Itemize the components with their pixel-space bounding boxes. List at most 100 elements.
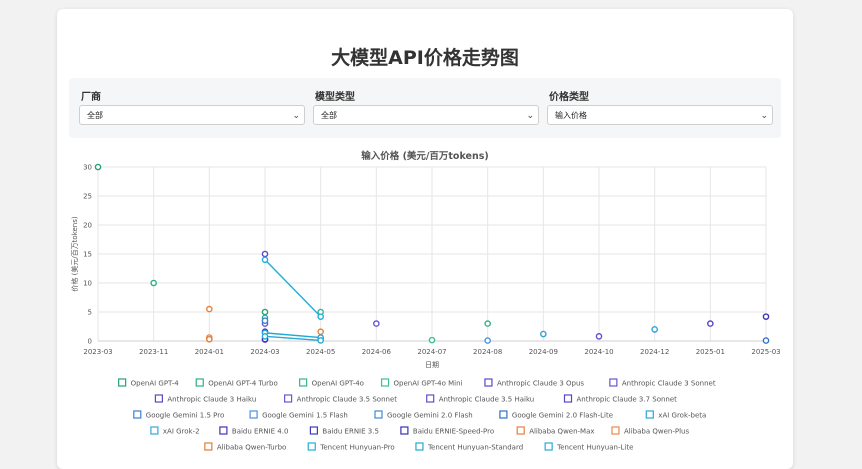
chart-legend: OpenAI GPT-4 OpenAI GPT-4 Turbo OpenAI GPT… [118, 378, 716, 452]
x-tick-label: 2024-05 [306, 348, 335, 356]
series-line [264, 259, 322, 318]
legend-swatch [307, 442, 316, 451]
series [762, 337, 770, 344]
legend-swatch [118, 378, 127, 387]
data-point [540, 330, 547, 338]
legend-item: OpenAI GPT-4o Mini [380, 378, 463, 388]
x-tick-label: 2024-08 [473, 348, 502, 356]
series [206, 335, 213, 343]
legend-label: Baidu ERNIE 4.0 [232, 428, 289, 436]
x-tick-label: 2024-06 [362, 348, 392, 356]
legend-item: Baidu ERNIE 3.5 [309, 426, 379, 436]
y-axis-label: 价格 (美元/百万tokens) [70, 216, 79, 292]
series [94, 163, 269, 316]
legend-label: OpenAI GPT-4o [312, 380, 364, 388]
series [707, 320, 714, 327]
legend-label: Google Gemini 2.0 Flash [387, 412, 473, 420]
series [595, 333, 603, 340]
y-tick-label: 20 [83, 222, 92, 230]
series [261, 317, 269, 325]
legend-item: OpenAI GPT-4 Turbo [195, 378, 278, 388]
legend-item: Alibaba Qwen-Max [516, 426, 595, 436]
data-point [707, 320, 714, 327]
legend-swatch [516, 426, 525, 435]
y-tick-label: 30 [83, 164, 92, 172]
legend-swatch [284, 394, 293, 403]
legend-swatch [380, 378, 390, 387]
data-point [261, 333, 269, 340]
legend-swatch [299, 378, 308, 387]
legend-swatch [150, 426, 159, 435]
data-point [595, 333, 603, 340]
legend-swatch [499, 410, 508, 419]
legend-swatch [133, 410, 142, 419]
legend-swatch [309, 426, 318, 435]
legend-item: Baidu ERNIE 4.0 [219, 426, 289, 436]
x-tick-label: 2024-09 [529, 348, 558, 356]
series [762, 313, 770, 320]
legend-item: Google Gemini 1.5 Flash [249, 410, 348, 420]
series [261, 250, 269, 258]
legend-item: OpenAI GPT-4o [299, 378, 364, 388]
x-tick-label: 2024-07 [417, 348, 446, 356]
series [428, 336, 436, 344]
x-tick-label: 2024-10 [584, 348, 613, 356]
legend-item: Anthropic Claude 3 Opus [484, 378, 584, 388]
legend-label: Google Gemini 1.5 Pro [146, 412, 224, 420]
x-tick-label: 2023-03 [83, 348, 112, 356]
legend-item: Anthropic Claude 3.5 Sonnet [284, 394, 397, 404]
legend-label: Anthropic Claude 3 Opus [497, 380, 584, 388]
legend-label: Alibaba Qwen-Plus [624, 428, 689, 436]
series [317, 335, 491, 344]
legend-swatch [400, 426, 409, 435]
data-point [762, 313, 770, 320]
legend-item: Tencent Hunyuan-Lite [544, 442, 633, 452]
y-tick-label: 15 [83, 251, 92, 259]
data-point [261, 308, 269, 316]
legend-label: Baidu ERNIE 3.5 [322, 428, 379, 436]
legend-label: xAI Grok-beta [658, 412, 706, 420]
legend-item: Baidu ERNIE-Speed-Pro [400, 426, 494, 436]
data-point [206, 335, 213, 343]
x-tick-label: 2024-12 [640, 348, 669, 356]
data-point [428, 336, 436, 344]
legend-swatch [611, 426, 620, 435]
legend-label: OpenAI GPT-4 Turbo [208, 380, 278, 388]
legend-item: Google Gemini 1.5 Pro [133, 410, 224, 420]
y-tick-label: 5 [88, 309, 92, 317]
legend-item: Anthropic Claude 3.7 Sonnet [563, 394, 677, 404]
legend-item: xAI Grok-beta [645, 410, 706, 420]
legend-swatch [374, 410, 383, 419]
data-point [150, 279, 157, 287]
legend-label: Tencent Hunyuan-Pro [319, 444, 394, 452]
legend-swatch [544, 442, 553, 451]
data-point [94, 163, 102, 171]
data-point [484, 320, 491, 327]
legend-label: Google Gemini 2.0 Flash-Lite [512, 412, 613, 420]
legend-item: Tencent Hunyuan-Pro [307, 442, 395, 452]
x-tick-label: 2024-03 [250, 348, 279, 356]
price-chart: 输入价格 (美元/百万tokens) 0 5 10 15 20 25 30 2023-03 20… [70, 150, 781, 452]
legend-item: Alibaba Qwen-Plus [611, 426, 689, 436]
legend-swatch [415, 442, 424, 451]
series [540, 330, 547, 338]
data-point [261, 317, 269, 325]
data-point [651, 326, 658, 333]
data-point [762, 337, 770, 344]
x-axis-label: 日期 [425, 361, 439, 369]
legend-label: Alibaba Qwen-Turbo [217, 444, 286, 452]
data-point [373, 320, 380, 327]
legend-item: Anthropic Claude 3 Sonnet [609, 378, 716, 388]
legend-label: Alibaba Qwen-Max [529, 428, 594, 436]
legend-item: OpenAI GPT-4 [118, 378, 180, 388]
legend-label: OpenAI GPT-4o Mini [394, 380, 463, 388]
legend-swatch [204, 442, 213, 451]
legend-label: OpenAI GPT-4 [131, 380, 180, 388]
legend-label: xAI Grok-2 [163, 428, 200, 436]
data-point [317, 328, 324, 336]
data-point [317, 337, 324, 344]
legend-item: xAI Grok-2 [150, 426, 200, 436]
legend-swatch [645, 410, 654, 419]
legend-item: Anthropic Claude 3 Haiku [154, 394, 256, 404]
y-tick-label: 25 [83, 193, 92, 201]
